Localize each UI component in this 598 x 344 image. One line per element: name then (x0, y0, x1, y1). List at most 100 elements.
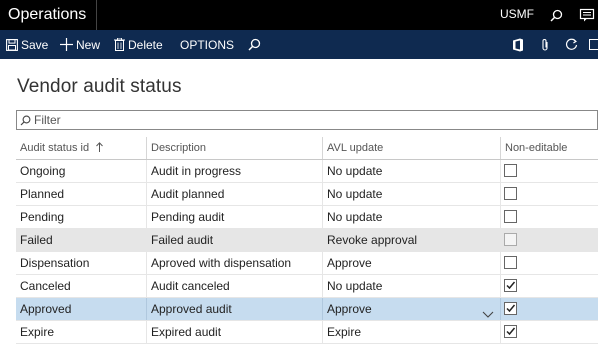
cell-avl-update[interactable]: Approve (322, 298, 500, 320)
cell-avl-update[interactable]: Expire (322, 321, 500, 343)
cell-avl-update[interactable]: Approve (322, 252, 500, 274)
table-row[interactable]: Planned Audit planned No update (16, 183, 598, 206)
non-editable-checkbox[interactable] (504, 279, 517, 292)
cell-description[interactable]: Failed audit (146, 229, 322, 251)
attachment-icon[interactable] (541, 30, 549, 59)
grid-header: Audit status id Description AVL update N… (16, 137, 598, 160)
delete-button[interactable]: Delete (114, 30, 163, 59)
cell-audit-status-id[interactable]: Planned (16, 183, 146, 205)
cell-avl-update[interactable]: No update (322, 160, 500, 182)
cell-text: Approve (327, 302, 372, 316)
non-editable-checkbox[interactable] (504, 233, 517, 246)
cell-text: No update (327, 210, 382, 224)
grid-body: Ongoing Audit in progress No update Plan… (16, 160, 598, 344)
action-search-icon[interactable] (248, 30, 261, 59)
column-header-avl-update[interactable]: AVL update (322, 137, 500, 159)
column-header-description[interactable]: Description (146, 137, 322, 159)
search-icon[interactable] (546, 0, 566, 30)
table-row[interactable]: Canceled Audit canceled No update (16, 275, 598, 298)
cell-non-editable (500, 298, 598, 320)
column-header-audit-status-id[interactable]: Audit status id (16, 137, 146, 159)
page-title: Vendor audit status (17, 76, 182, 98)
non-editable-checkbox[interactable] (504, 164, 517, 177)
options-button[interactable]: OPTIONS (180, 30, 234, 59)
cell-description[interactable]: Audit planned (146, 183, 322, 205)
check-icon (505, 303, 516, 314)
cell-non-editable (500, 321, 598, 343)
cell-text: Canceled (20, 279, 71, 293)
cell-text: Pending (20, 210, 64, 224)
cell-non-editable (500, 252, 598, 274)
filter-input[interactable] (34, 112, 584, 128)
cell-text: Approved audit (151, 302, 232, 316)
cell-audit-status-id[interactable]: Dispensation (16, 252, 146, 274)
cell-avl-update[interactable]: No update (322, 183, 500, 205)
cell-avl-update[interactable]: No update (322, 206, 500, 228)
cell-audit-status-id[interactable]: Pending (16, 206, 146, 228)
column-header-non-editable[interactable]: Non-editable (500, 137, 598, 159)
cell-non-editable (500, 229, 598, 251)
app-title[interactable]: Operations (8, 0, 86, 30)
cell-text: Audit planned (151, 187, 224, 201)
options-label: OPTIONS (180, 38, 234, 52)
cell-text: Failed audit (151, 233, 213, 247)
maximize-icon[interactable] (589, 30, 598, 59)
table-row[interactable]: Failed Failed audit Revoke approval (16, 229, 598, 252)
office-icon[interactable] (512, 30, 524, 59)
check-icon (505, 326, 516, 337)
sort-ascending-icon (96, 138, 103, 160)
table-row[interactable]: Pending Pending audit No update (16, 206, 598, 229)
cell-description[interactable]: Pending audit (146, 206, 322, 228)
table-row[interactable]: Approved Approved audit Approve (16, 298, 598, 321)
column-label: Non-editable (505, 142, 567, 154)
cell-non-editable (500, 183, 598, 205)
non-editable-checkbox[interactable] (504, 187, 517, 200)
column-label: Audit status id (20, 142, 89, 154)
cell-description[interactable]: Audit in progress (146, 160, 322, 182)
table-row[interactable]: Ongoing Audit in progress No update (16, 160, 598, 183)
cell-description[interactable]: Expired audit (146, 321, 322, 343)
cell-text: Ongoing (20, 164, 65, 178)
cell-description[interactable]: Approved audit (146, 298, 322, 320)
check-icon (505, 280, 516, 291)
cell-text: No update (327, 279, 382, 293)
cell-text: Aproved with dispensation (151, 256, 291, 270)
filter-box[interactable] (16, 110, 598, 130)
non-editable-checkbox[interactable] (504, 210, 517, 223)
cell-audit-status-id[interactable]: Expire (16, 321, 146, 343)
cell-description[interactable]: Audit canceled (146, 275, 322, 297)
vendor-audit-status-grid: Audit status id Description AVL update N… (16, 137, 598, 344)
cell-text: Expire (20, 325, 54, 339)
table-row[interactable]: Dispensation Aproved with dispensation A… (16, 252, 598, 275)
cell-audit-status-id[interactable]: Approved (16, 298, 146, 320)
cell-text: No update (327, 187, 382, 201)
filter-search-icon (20, 115, 31, 126)
cell-avl-update[interactable]: Revoke approval (322, 229, 500, 251)
nav-divider (96, 0, 97, 30)
top-nav-bar: Operations USMF (0, 0, 598, 30)
non-editable-checkbox[interactable] (504, 302, 517, 315)
cell-text: Planned (20, 187, 64, 201)
cell-description[interactable]: Aproved with dispensation (146, 252, 322, 274)
message-icon[interactable] (576, 0, 598, 30)
non-editable-checkbox[interactable] (504, 325, 517, 338)
cell-avl-update[interactable]: No update (322, 275, 500, 297)
save-button[interactable]: Save (6, 30, 48, 59)
non-editable-checkbox[interactable] (504, 256, 517, 269)
column-label: Description (151, 142, 206, 154)
cell-text: Expired audit (151, 325, 221, 339)
cell-text: Failed (20, 233, 53, 247)
cell-text: Expire (327, 325, 361, 339)
new-button[interactable]: New (60, 30, 100, 59)
cell-audit-status-id[interactable]: Canceled (16, 275, 146, 297)
company-picker[interactable]: USMF (500, 0, 534, 30)
save-label: Save (21, 38, 48, 52)
cell-non-editable (500, 206, 598, 228)
cell-audit-status-id[interactable]: Failed (16, 229, 146, 251)
cell-non-editable (500, 275, 598, 297)
cell-text: No update (327, 164, 382, 178)
action-pane: Save New Delete OPTIONS (0, 30, 598, 59)
refresh-icon[interactable] (565, 30, 578, 59)
cell-text: Pending audit (151, 210, 224, 224)
cell-audit-status-id[interactable]: Ongoing (16, 160, 146, 182)
